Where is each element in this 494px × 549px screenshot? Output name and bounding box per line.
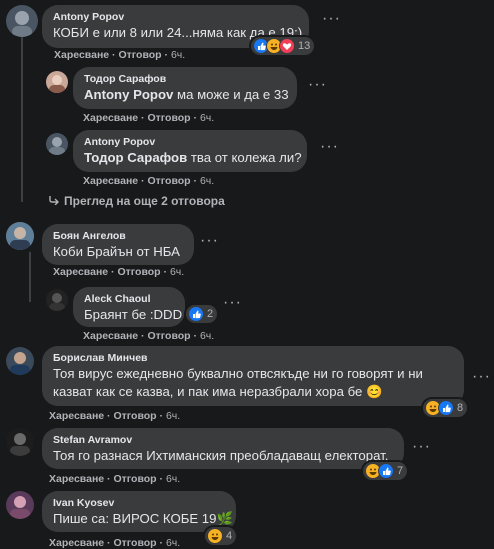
more-options-icon[interactable]: ··· (412, 439, 431, 455)
comment-text: Коби Брайън от НБА (53, 244, 180, 259)
comment-time[interactable]: 6ч. (171, 49, 185, 61)
reaction-count: 13 (298, 40, 311, 52)
comment-author[interactable]: Борислав Минчев (53, 352, 453, 365)
like-icon (378, 463, 394, 479)
avatar-image (49, 293, 65, 311)
reply-button[interactable]: Отговор (117, 266, 160, 278)
avatar[interactable] (6, 222, 34, 250)
comment-actions: Харесване · Отговор · 6ч. (83, 112, 215, 124)
reactions-summary[interactable]: 8 (423, 399, 468, 417)
avatar-image (10, 496, 30, 519)
comment-time[interactable]: 6ч. (200, 330, 214, 342)
comment-author[interactable]: Aleck Chaoul (84, 293, 174, 306)
like-button[interactable]: Харесване (54, 49, 109, 61)
more-options-icon[interactable]: ··· (472, 369, 491, 385)
reply-bubble: Тодор Сарафов Antony Popov ма може и да … (73, 67, 297, 109)
like-button[interactable]: Харесване (49, 537, 104, 549)
like-icon (188, 306, 204, 322)
reply-bubble: Aleck Chaoul Браянт бе :DDD (73, 287, 185, 327)
avatar-image (12, 11, 32, 37)
like-button[interactable]: Харесване (49, 473, 104, 485)
comment-actions: Харесване · Отговор · 6ч. (54, 49, 186, 61)
comment-text: Тоя го разнася Ихтиманския преобладаващ … (53, 448, 389, 463)
comment-actions: Харесване · Отговор · 6ч. (83, 175, 215, 187)
comment-actions: Харесване · Отговор · 6ч. (53, 266, 185, 278)
reply-button[interactable]: Отговор (147, 330, 190, 342)
comment-author[interactable]: Antony Popov (84, 136, 296, 149)
avatar-image (10, 433, 30, 456)
like-button[interactable]: Харесване (83, 330, 138, 342)
comment-time[interactable]: 6ч. (166, 537, 180, 549)
comment-bubble: Борислав Минчев Тоя вирус ежедневно букв… (42, 346, 464, 406)
reaction-count: 8 (457, 402, 464, 414)
reaction-count: 7 (397, 465, 404, 477)
reply-arrow-icon (48, 194, 60, 208)
reactions-summary[interactable]: 4 (205, 527, 237, 545)
comment-bubble: Stefan Avramov Тоя го разнася Ихтимански… (42, 428, 404, 469)
avatar-image (10, 352, 30, 375)
comment-bubble: Боян Ангелов Коби Брайън от НБА (42, 224, 194, 265)
reply-button[interactable]: Отговор (118, 49, 161, 61)
avatar-image (49, 137, 65, 155)
love-icon (279, 38, 295, 54)
haha-icon (207, 528, 223, 544)
avatar[interactable] (46, 133, 68, 155)
comment-text: Antony Popov ма може и да е 33 (84, 87, 289, 102)
reactions-summary[interactable]: 7 (363, 462, 408, 480)
comment-author[interactable]: Боян Ангелов (53, 230, 183, 243)
more-options-icon[interactable]: ··· (308, 77, 327, 93)
comment-text: Пише са: ВИРОС КОБЕ 19🌿 (53, 511, 233, 526)
thread-line (21, 34, 23, 202)
mention-link[interactable]: Antony Popov (84, 87, 173, 102)
reactions-summary[interactable]: 13 (251, 37, 315, 55)
comment-time[interactable]: 6ч. (166, 473, 180, 485)
comment-author[interactable]: Ivan Kyosev (53, 497, 225, 510)
comment-bubble: Ivan Kyosev Пише са: ВИРОС КОБЕ 19🌿 (42, 491, 236, 532)
like-button[interactable]: Харесване (49, 410, 104, 422)
comment-time[interactable]: 6ч. (200, 112, 214, 124)
comment-actions: Харесване · Отговор · 6ч. (49, 537, 181, 549)
comment-text: Тодор Сарафов тва от колежа ли? (84, 150, 302, 165)
reply-button[interactable]: Отговор (113, 410, 156, 422)
reply-button[interactable]: Отговор (147, 175, 190, 187)
comment-text: Браянт бе :DDD (84, 307, 183, 322)
comment-time[interactable]: 6ч. (166, 410, 180, 422)
thread-line (29, 252, 31, 302)
like-button[interactable]: Харесване (83, 112, 138, 124)
more-options-icon[interactable]: ··· (322, 11, 341, 27)
comment-author[interactable]: Antony Popov (53, 11, 298, 24)
avatar[interactable] (6, 491, 34, 519)
more-options-icon[interactable]: ··· (200, 233, 219, 249)
comment-actions: Харесване · Отговор · 6ч. (49, 473, 181, 485)
more-options-icon[interactable]: ··· (223, 295, 242, 311)
like-button[interactable]: Харесване (83, 175, 138, 187)
reactions-summary[interactable]: 2 (186, 305, 218, 323)
reaction-count: 2 (207, 308, 214, 320)
avatar-image (49, 75, 65, 93)
avatar[interactable] (46, 289, 68, 311)
reaction-count: 4 (226, 530, 233, 542)
reply-bubble: Antony Popov Тодор Сарафов тва от колежа… (73, 130, 307, 172)
reply-button[interactable]: Отговор (113, 537, 156, 549)
comment-author[interactable]: Тодор Сарафов (84, 73, 286, 86)
comment-actions: Харесване · Отговор · 6ч. (83, 330, 215, 342)
like-button[interactable]: Харесване (53, 266, 108, 278)
reply-button[interactable]: Отговор (113, 473, 156, 485)
avatar[interactable] (6, 428, 34, 456)
comment-time[interactable]: 6ч. (170, 266, 184, 278)
avatar[interactable] (46, 71, 68, 93)
more-options-icon[interactable]: ··· (320, 139, 339, 155)
comment-text: Тоя вирус ежедневно буквално отвсякъде н… (53, 366, 423, 399)
comment-author[interactable]: Stefan Avramov (53, 434, 393, 447)
avatar[interactable] (6, 5, 38, 37)
reply-button[interactable]: Отговор (147, 112, 190, 124)
like-icon (438, 400, 454, 416)
avatar[interactable] (6, 347, 34, 375)
view-more-replies-link[interactable]: Преглед на още 2 отговора (48, 194, 225, 208)
comment-time[interactable]: 6ч. (200, 175, 214, 187)
comment-actions: Харесване · Отговор · 6ч. (49, 410, 181, 422)
mention-link[interactable]: Тодор Сарафов (84, 150, 187, 165)
avatar-image (6, 222, 34, 250)
